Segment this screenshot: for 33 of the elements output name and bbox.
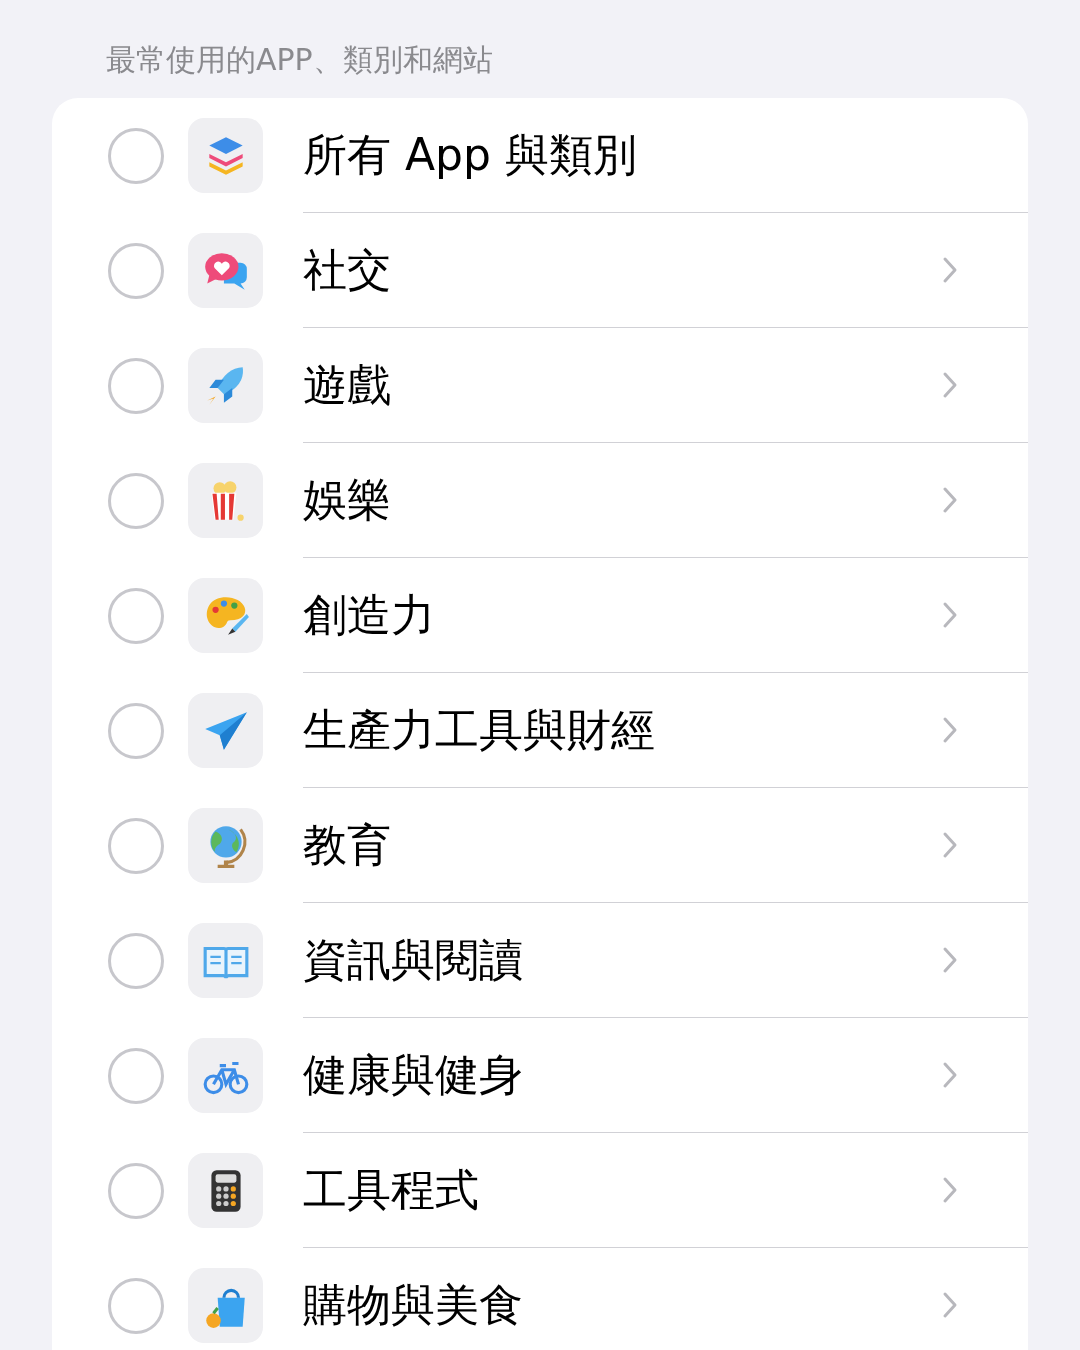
radio-button[interactable] — [108, 817, 164, 874]
category-label: 遊戲 — [303, 358, 391, 412]
radio-button[interactable] — [108, 1047, 164, 1104]
radio-button[interactable] — [108, 357, 164, 414]
category-label: 資訊與閱讀 — [303, 933, 523, 987]
radio-button[interactable] — [108, 1277, 164, 1334]
chevron-icon[interactable] — [942, 716, 958, 744]
category-label: 工具程式 — [303, 1163, 479, 1217]
radio-button[interactable] — [108, 472, 164, 529]
category-label: 社交 — [303, 243, 391, 297]
chevron-icon[interactable] — [942, 1291, 958, 1319]
chevron-icon[interactable] — [942, 256, 958, 284]
chevron-icon[interactable] — [942, 371, 958, 399]
category-label: 創造力 — [303, 588, 435, 642]
category-label: 所有 App 與類別 — [303, 128, 637, 182]
radio-button[interactable] — [108, 242, 164, 299]
section-header: 最常使用的APP、類別和網站 — [105, 41, 494, 79]
chevron-icon[interactable] — [942, 1061, 958, 1089]
radio-button[interactable] — [108, 127, 164, 184]
category-label: 教育 — [303, 818, 391, 872]
category-label: 娛樂 — [303, 473, 391, 527]
category-label: 生產力工具與財經 — [303, 703, 655, 757]
chevron-icon[interactable] — [942, 831, 958, 859]
category-label: 健康與健身 — [303, 1048, 523, 1102]
chevron-icon[interactable] — [942, 946, 958, 974]
chevron-icon[interactable] — [942, 601, 958, 629]
chevron-icon[interactable] — [942, 1176, 958, 1204]
radio-button[interactable] — [108, 1162, 164, 1219]
radio-button[interactable] — [108, 702, 164, 759]
radio-button[interactable] — [108, 932, 164, 989]
category-label: 購物與美食 — [303, 1278, 523, 1332]
radio-button[interactable] — [108, 587, 164, 644]
chevron-icon[interactable] — [942, 486, 958, 514]
